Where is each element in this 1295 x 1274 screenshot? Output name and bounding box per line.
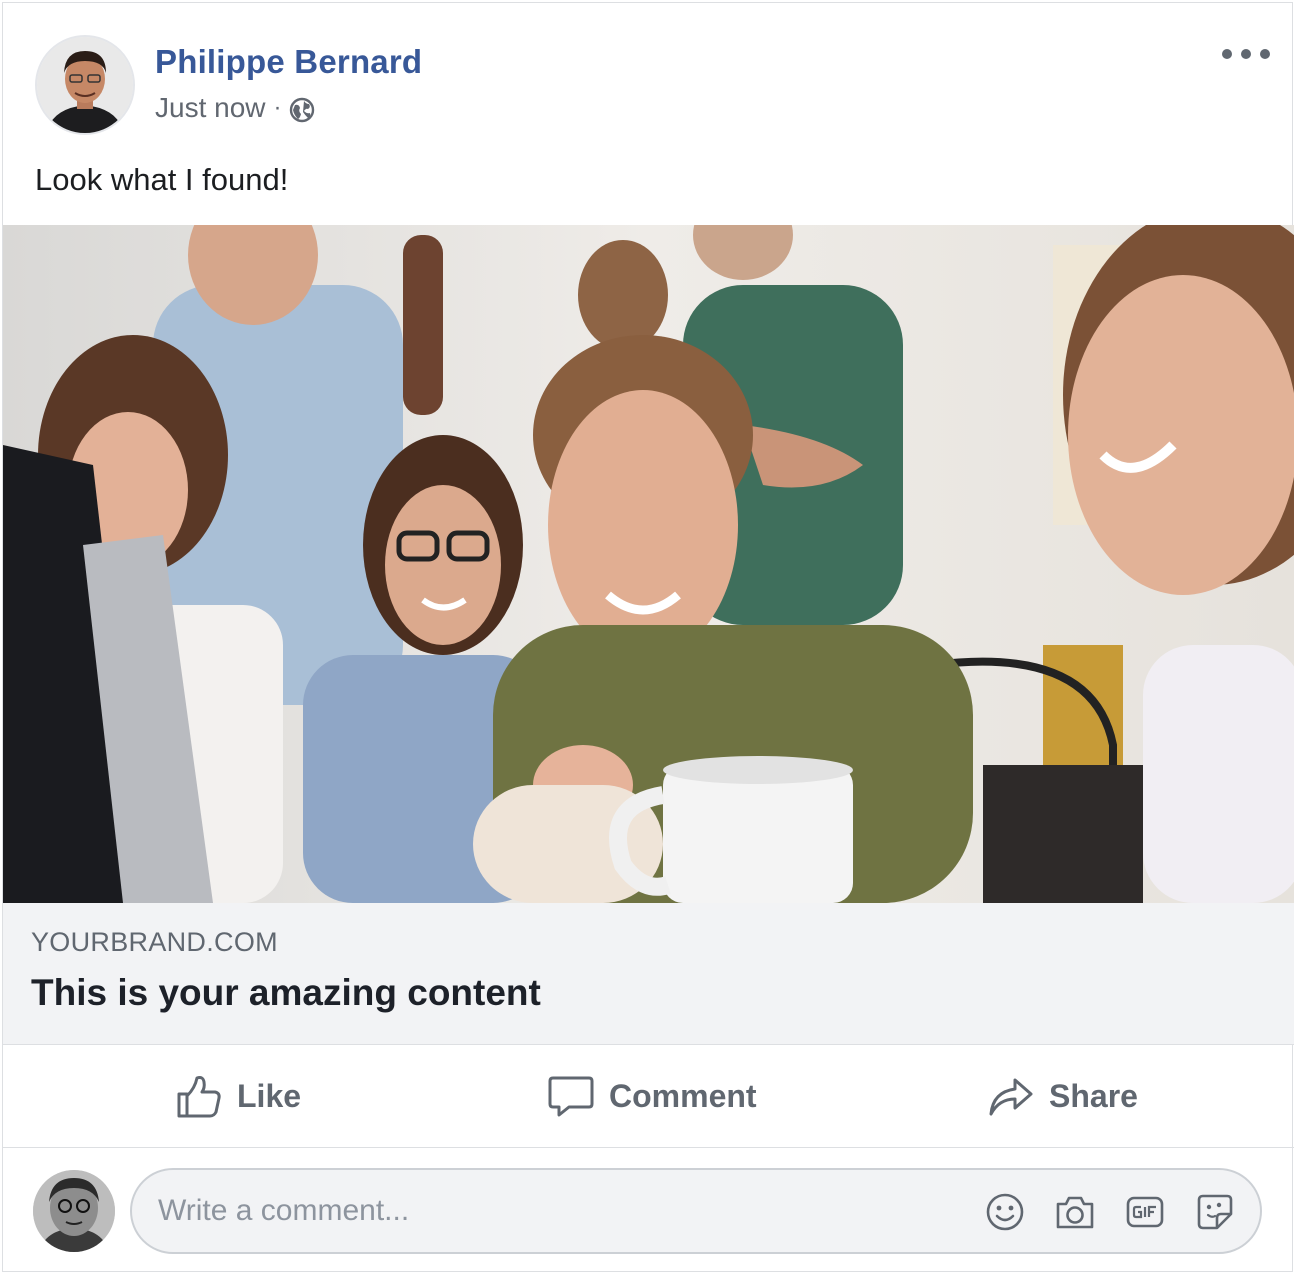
thumbs-up-icon <box>177 1076 221 1118</box>
dot <box>1222 49 1232 59</box>
like-label: Like <box>237 1077 302 1114</box>
gif-icon[interactable] <box>1123 1190 1167 1234</box>
comment-label: Comment <box>609 1077 757 1114</box>
share-button[interactable]: Share <box>987 1071 1138 1121</box>
camera-icon[interactable] <box>1053 1190 1097 1234</box>
emoji-icon[interactable] <box>983 1190 1027 1234</box>
share-label: Share <box>1049 1077 1138 1114</box>
sticker-icon[interactable] <box>1193 1190 1237 1234</box>
post-actions: Like Comment Share <box>3 1045 1294 1148</box>
like-button[interactable]: Like <box>175 1071 301 1121</box>
globe-icon[interactable] <box>288 96 316 124</box>
comment-button[interactable]: Comment <box>547 1071 757 1121</box>
author-name[interactable]: Philippe Bernard <box>155 43 422 81</box>
commenter-avatar[interactable] <box>33 1170 115 1252</box>
post-text: Look what I found! <box>35 162 289 197</box>
meta-separator: · <box>273 94 282 121</box>
dot <box>1260 49 1270 59</box>
author-avatar[interactable] <box>35 35 135 135</box>
share-arrow-icon <box>989 1078 1033 1116</box>
dot <box>1241 49 1251 59</box>
link-title[interactable]: This is your amazing content <box>31 972 541 1014</box>
more-options-icon[interactable] <box>1222 39 1270 69</box>
link-domain: YOURBRAND.COM <box>31 927 278 957</box>
comment-row <box>3 1148 1294 1273</box>
post-meta: Just now · <box>155 92 316 124</box>
comment-tools <box>983 1190 1263 1234</box>
post-header: Philippe Bernard Just now · Look what I … <box>3 3 1292 225</box>
post-card: Philippe Bernard Just now · Look what I … <box>2 2 1294 1273</box>
link-preview[interactable]: YOURBRAND.COM This is your amazing conte… <box>3 903 1294 1045</box>
post-timestamp[interactable]: Just now <box>155 92 266 124</box>
post-photo[interactable] <box>3 225 1294 903</box>
comment-bubble-icon <box>548 1076 594 1117</box>
